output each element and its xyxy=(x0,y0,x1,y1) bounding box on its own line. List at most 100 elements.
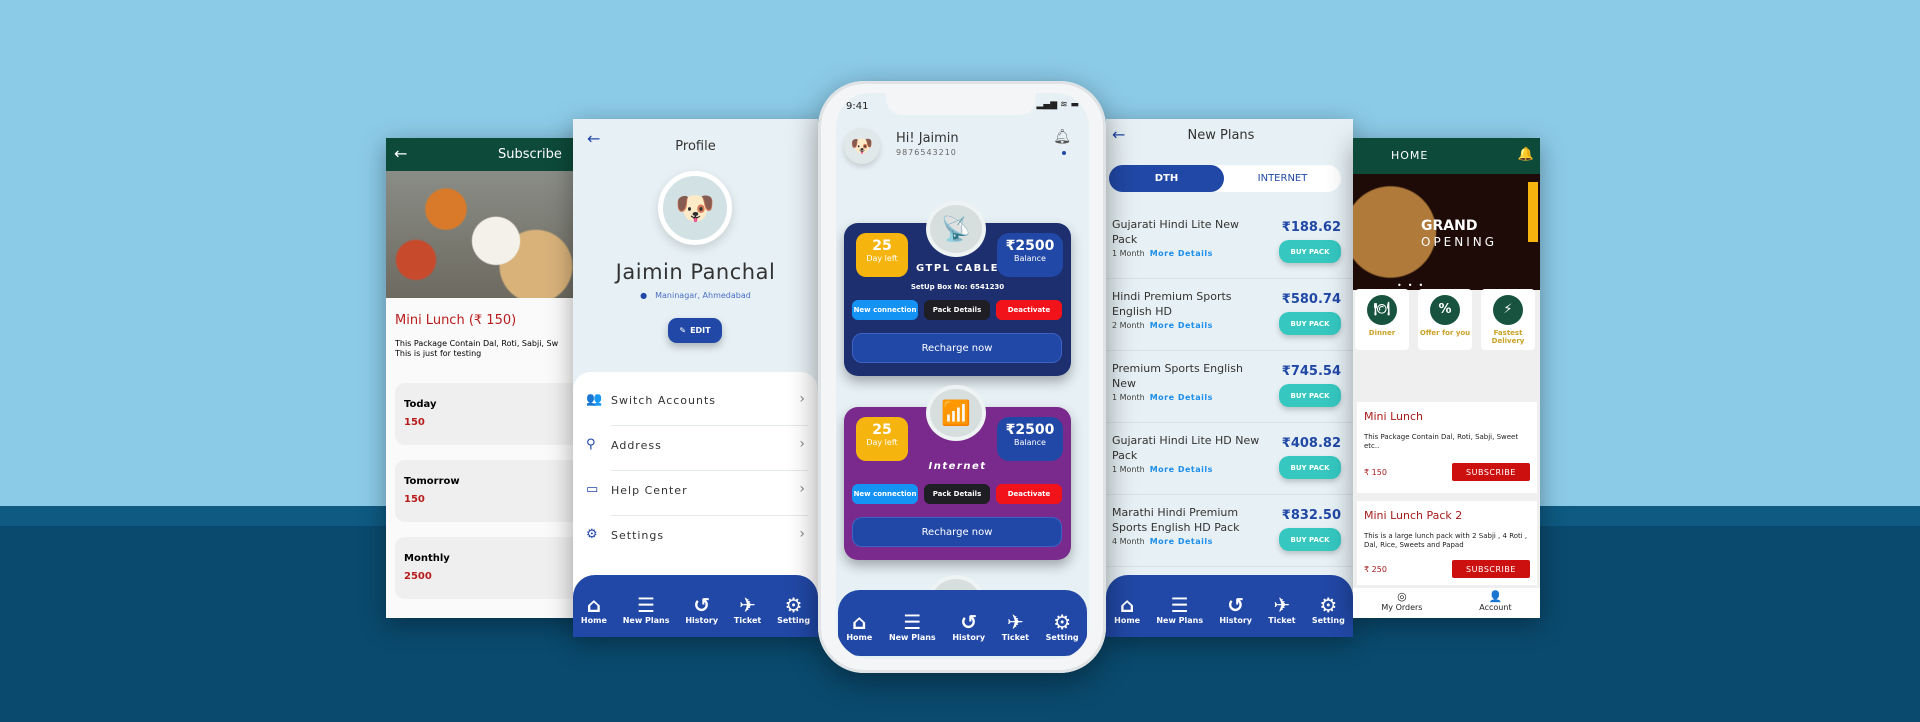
bell-icon[interactable]: 🔔︎ xyxy=(1053,129,1071,145)
days-left-badge: 25 Day left xyxy=(856,417,908,461)
dth-card: 📡 25 Day left ₹2500 Balance GTPL CABLE Set… xyxy=(844,201,1071,376)
plan-duration: 2 Month xyxy=(1112,321,1145,330)
nav-label: New Plans xyxy=(622,615,670,625)
pin-icon: ● xyxy=(640,291,648,300)
plan-name: Hindi Premium Sports English HD xyxy=(1112,290,1232,318)
notification-dot xyxy=(1062,151,1066,155)
nav-history[interactable]: ↺ History xyxy=(952,611,985,642)
category-label: Fastest Delivery xyxy=(1491,329,1525,345)
category-dinner[interactable]: 🍽 Dinner xyxy=(1355,289,1409,350)
days-label: Day left xyxy=(866,438,898,447)
buy-pack-button[interactable]: BUY PACK xyxy=(1279,456,1341,479)
nav-ticket[interactable]: ✈ Ticket xyxy=(734,594,761,625)
nav-ticket[interactable]: ✈ Ticket xyxy=(1002,611,1029,642)
nav-label: My Orders xyxy=(1381,603,1423,612)
nav-account[interactable]: 👤 Account xyxy=(1479,590,1511,618)
banner-line2: OPENING xyxy=(1421,235,1498,249)
more-details-link[interactable]: More Details xyxy=(1150,249,1213,258)
more-details-link[interactable]: More Details xyxy=(1150,465,1213,474)
nav-new-plans[interactable]: ☰ New Plans xyxy=(1156,594,1203,625)
plan-duration-row: 2 Month More Details xyxy=(1112,321,1213,330)
balance-value: ₹2500 xyxy=(1005,238,1055,254)
nav-label: Ticket xyxy=(733,615,762,625)
plan-name: Gujarati Hindi Lite New Pack xyxy=(1112,218,1240,246)
bottom-nav: ⌂ Home ☰ New Plans ↺ History ✈ Ticket ⚙ Setti… xyxy=(573,575,818,637)
card-price: ₹ 150 xyxy=(1364,468,1387,477)
pin-icon: ⚲ xyxy=(586,437,597,452)
buy-pack-button[interactable]: BUY PACK xyxy=(1279,312,1341,335)
more-details-link[interactable]: More Details xyxy=(1150,537,1213,546)
list-icon: ☰ xyxy=(903,609,922,634)
ticket-icon: ✈ xyxy=(739,592,756,617)
pack-details-button[interactable]: Pack Details xyxy=(924,300,990,320)
nav-setting[interactable]: ⚙ Setting xyxy=(1046,611,1079,642)
nav-label: Setting xyxy=(1311,615,1345,625)
nav-history[interactable]: ↺ History xyxy=(685,594,718,625)
plan-duration-row: 1 Month More Details xyxy=(1112,393,1213,402)
bell-icon[interactable]: 🔔 xyxy=(1518,147,1534,162)
menu-help-center[interactable]: ▭ Help Center › xyxy=(573,471,818,516)
buy-pack-button[interactable]: BUY PACK xyxy=(1279,528,1341,551)
option-tomorrow[interactable]: Tomorrow 150 xyxy=(395,460,586,522)
avatar[interactable]: 🐶 xyxy=(844,128,880,164)
avatar[interactable]: 🐶 xyxy=(658,171,732,245)
location-text: Maninagar, Ahmedabad xyxy=(655,291,751,300)
category-label: Offer for you xyxy=(1419,329,1471,337)
plan-tabs: DTH INTERNET xyxy=(1109,165,1341,192)
plan-row: Marathi Hindi Premium Sports English HD … xyxy=(1106,495,1353,567)
deactivate-button[interactable]: Deactivate xyxy=(996,484,1062,504)
nav-ticket[interactable]: ✈ Ticket xyxy=(1268,594,1295,625)
more-details-link[interactable]: More Details xyxy=(1150,393,1213,402)
nav-home[interactable]: ⌂ Home xyxy=(846,611,872,642)
option-today[interactable]: Today 150 xyxy=(395,383,586,445)
tab-internet[interactable]: INTERNET xyxy=(1224,165,1341,192)
nav-label: Home xyxy=(580,615,607,625)
recharge-now-button[interactable]: Recharge now xyxy=(852,517,1062,547)
more-details-link[interactable]: More Details xyxy=(1150,321,1213,330)
tab-dth[interactable]: DTH xyxy=(1109,165,1224,192)
gear-icon: ⚙ xyxy=(1053,609,1072,634)
menu-settings[interactable]: ⚙ Settings › xyxy=(573,516,818,561)
home-icon: ⌂ xyxy=(1119,592,1135,617)
plan-row: Hindi Premium Sports English HD 2 Month M… xyxy=(1106,279,1353,351)
nav-new-plans[interactable]: ☰ New Plans xyxy=(889,611,936,642)
category-fastest-delivery[interactable]: ⚡ Fastest Delivery xyxy=(1481,289,1535,350)
history-icon: ↺ xyxy=(693,592,711,617)
ticket-icon: ✈ xyxy=(1273,592,1291,617)
option-monthly[interactable]: Monthly 2500 xyxy=(395,537,586,599)
nav-setting[interactable]: ⚙ Setting xyxy=(1312,594,1345,625)
plan-price: ₹745.54 xyxy=(1281,364,1341,379)
nav-new-plans[interactable]: ☰ New Plans xyxy=(623,594,670,625)
new-connection-button[interactable]: New connection xyxy=(852,300,918,320)
profile-title: Profile xyxy=(675,139,716,154)
category-label: Dinner xyxy=(1368,329,1396,337)
nav-history[interactable]: ↺ History xyxy=(1219,594,1252,625)
pack-details-button[interactable]: Pack Details xyxy=(924,484,990,504)
plan-duration: 1 Month xyxy=(1112,465,1145,474)
grand-opening-banner[interactable]: GRAND OPENING ••• xyxy=(1353,174,1540,290)
nav-home[interactable]: ⌂ Home xyxy=(581,594,607,625)
phone-frame: 9:41 ▂▄▆ ≋ ▬ 🐶 Hi! Jaimin 9876543210 🔔︎ … xyxy=(818,81,1106,673)
new-connection-button[interactable]: New connection xyxy=(852,484,918,504)
subscribe-button[interactable]: SUBSCRIBE xyxy=(1452,463,1530,481)
recharge-now-button[interactable]: Recharge now xyxy=(852,333,1062,363)
edit-button[interactable]: ✎ EDIT xyxy=(668,318,722,343)
balance-label: Balance xyxy=(1014,254,1046,263)
gear-icon: ⚙ xyxy=(784,592,803,617)
menu-switch-accounts[interactable]: 👥 Switch Accounts › xyxy=(573,381,818,426)
nav-label: History xyxy=(1219,615,1253,625)
subscribe-button[interactable]: SUBSCRIBE xyxy=(1452,560,1530,578)
buy-pack-button[interactable]: BUY PACK xyxy=(1279,384,1341,407)
menu-address[interactable]: ⚲ Address › xyxy=(573,426,818,471)
item-description-2: This is just for testing xyxy=(395,349,482,358)
back-arrow-icon[interactable]: ← xyxy=(394,144,407,163)
deactivate-button[interactable]: Deactivate xyxy=(996,300,1062,320)
menu-label: Switch Accounts xyxy=(611,394,717,407)
category-offer[interactable]: % Offer for you xyxy=(1418,289,1472,350)
nav-label: History xyxy=(952,632,986,642)
service-name: GTPL CABLE xyxy=(916,263,999,274)
nav-my-orders[interactable]: ◎ My Orders xyxy=(1381,590,1422,618)
nav-home[interactable]: ⌂ Home xyxy=(1114,594,1140,625)
nav-setting[interactable]: ⚙ Setting xyxy=(777,594,810,625)
buy-pack-button[interactable]: BUY PACK xyxy=(1279,240,1341,263)
